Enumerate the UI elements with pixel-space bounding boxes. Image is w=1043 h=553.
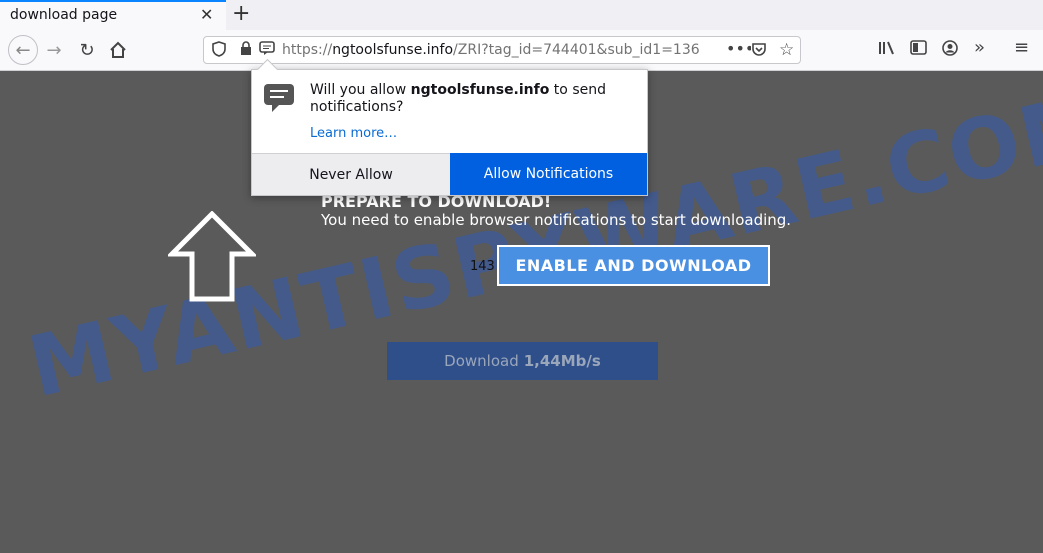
sidebar-icon[interactable] bbox=[910, 40, 927, 59]
notification-bubble-icon bbox=[264, 84, 294, 112]
allow-notifications-button[interactable]: Allow Notifications bbox=[450, 153, 647, 195]
download-progress-button[interactable]: Download 1,44Mb/s bbox=[387, 342, 658, 380]
tab-title: download page bbox=[10, 7, 118, 23]
home-icon[interactable] bbox=[106, 38, 130, 62]
more-actions-icon[interactable]: ••• bbox=[722, 39, 755, 58]
new-tab-icon[interactable]: + bbox=[232, 1, 250, 26]
forward-icon[interactable]: → bbox=[42, 38, 66, 62]
download-speed: 1,44Mb/s bbox=[523, 352, 601, 370]
notification-permission-icon[interactable] bbox=[259, 41, 275, 60]
popup-host: ngtoolsfunse.info bbox=[410, 82, 550, 98]
never-allow-button[interactable]: Never Allow bbox=[252, 153, 450, 195]
url-prefix: https:// bbox=[282, 42, 333, 58]
reload-icon[interactable]: ↻ bbox=[75, 38, 99, 62]
popup-buttons: Never Allow Allow Notifications bbox=[252, 153, 647, 195]
account-icon[interactable] bbox=[942, 40, 958, 60]
notification-permission-popup: Will you allow ngtoolsfunse.info to send… bbox=[251, 58, 648, 196]
url-bar[interactable]: https://ngtoolsfunse.info/ZRI?tag_id=744… bbox=[203, 36, 801, 64]
url-path: /ZRI?tag_id=744401&sub_id1=136 bbox=[453, 42, 700, 58]
lock-icon[interactable] bbox=[240, 41, 252, 60]
tab-download-page[interactable]: download page ✕ bbox=[0, 0, 226, 30]
download-label: Download bbox=[444, 352, 519, 370]
popup-message-start: Will you allow bbox=[310, 82, 411, 98]
enable-and-download-button[interactable]: ENABLE AND DOWNLOAD bbox=[497, 245, 770, 286]
counter-text: 143 bbox=[470, 259, 495, 274]
back-icon[interactable]: ← bbox=[8, 35, 38, 65]
pocket-icon[interactable] bbox=[751, 42, 767, 61]
learn-more-link[interactable]: Learn more… bbox=[310, 126, 397, 141]
overflow-chevron-icon[interactable]: » bbox=[974, 37, 985, 58]
tab-bar: download page ✕ + bbox=[0, 0, 1043, 30]
close-icon[interactable]: ✕ bbox=[200, 5, 213, 24]
popup-message: Will you allow ngtoolsfunse.info to send… bbox=[310, 82, 630, 116]
nav-bar: ← → ↻ https://ngtoolsfunse.info/ZRI?tag_… bbox=[0, 30, 1043, 71]
shield-icon[interactable] bbox=[212, 41, 226, 61]
url-text: https://ngtoolsfunse.info/ZRI?tag_id=744… bbox=[282, 42, 700, 58]
library-icon[interactable] bbox=[878, 40, 896, 60]
page-subline: You need to enable browser notifications… bbox=[321, 211, 792, 229]
bookmark-star-icon[interactable]: ☆ bbox=[779, 40, 795, 60]
url-host: ngtoolsfunse.info bbox=[332, 42, 454, 58]
up-arrow-icon bbox=[168, 211, 256, 302]
hamburger-menu-icon[interactable]: ≡ bbox=[1014, 37, 1029, 58]
